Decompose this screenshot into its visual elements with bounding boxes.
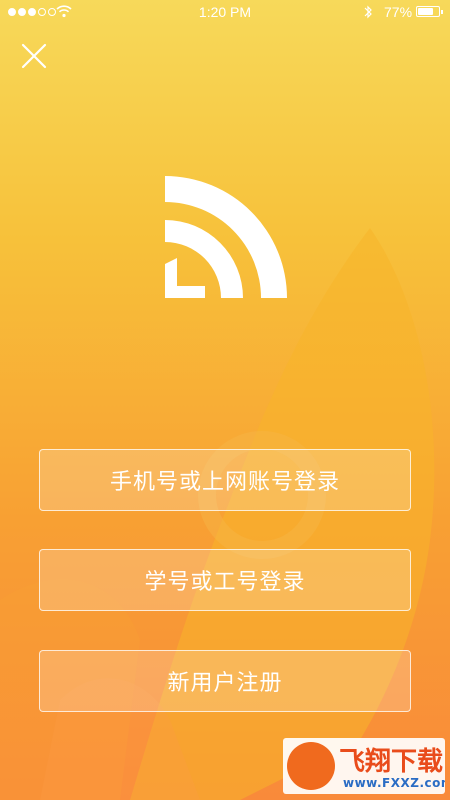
watermark-logo-icon [287, 742, 335, 790]
register-label: 新用户注册 [167, 671, 283, 696]
status-bar: 1:20 PM 77% [0, 0, 450, 24]
battery-icon [416, 6, 443, 17]
phone-login-label: 手机号或上网账号登录 [109, 470, 340, 495]
battery-percentage: 77% [384, 4, 413, 20]
new-user-register-button[interactable]: 新用户注册 [39, 650, 411, 712]
phone-or-account-login-button[interactable]: 手机号或上网账号登录 [39, 449, 411, 511]
bluetooth-icon [364, 5, 372, 19]
rss-signal-logo-icon [165, 176, 287, 298]
watermark-url: www.FXXZ.com [343, 776, 445, 790]
student-staff-login-label: 学号或工号登录 [144, 570, 306, 595]
watermark-badge: 飞翔下载 www.FXXZ.com [283, 738, 445, 794]
close-icon[interactable] [18, 40, 50, 72]
status-time: 1:20 PM [198, 4, 252, 20]
student-or-staff-id-login-button[interactable]: 学号或工号登录 [39, 549, 411, 611]
watermark-title: 飞翔下载 [339, 747, 444, 777]
